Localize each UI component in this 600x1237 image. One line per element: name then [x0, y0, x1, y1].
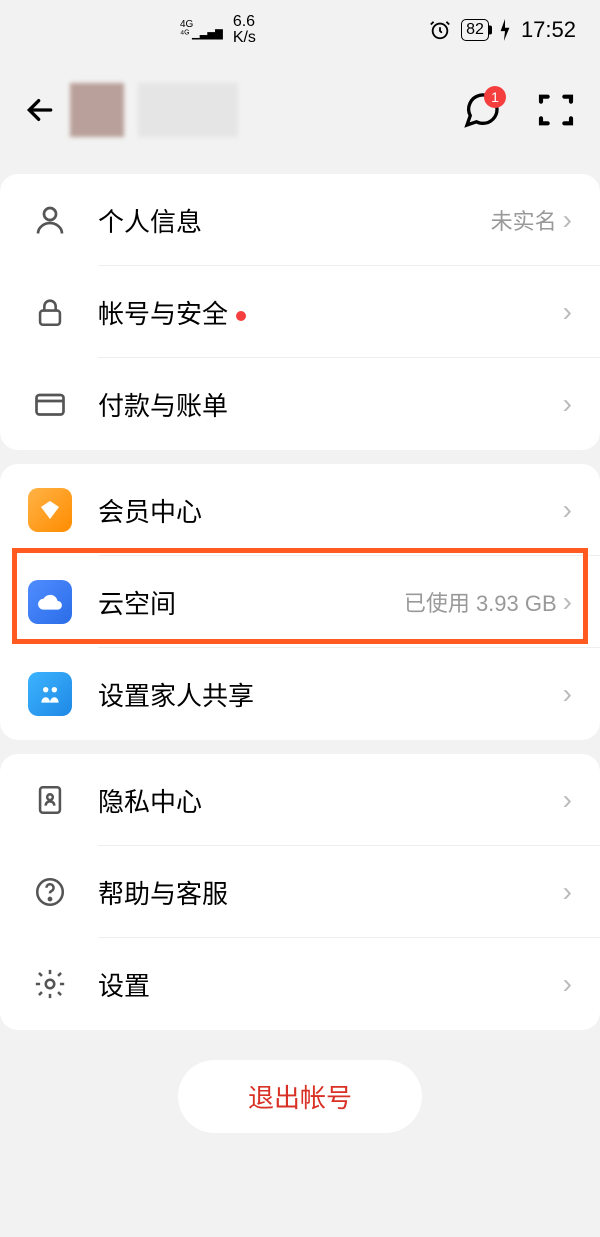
- chevron-right-icon: ›: [563, 206, 572, 234]
- row-label: 帮助与客服: [98, 874, 563, 911]
- row-label: 设置: [98, 966, 563, 1003]
- chat-button[interactable]: 1: [462, 90, 502, 130]
- family-icon: [28, 672, 72, 716]
- clock: 17:52: [521, 17, 576, 43]
- scan-button[interactable]: [536, 90, 576, 130]
- chevron-right-icon: ›: [563, 496, 572, 524]
- row-value: 已使用 3.93 GB: [404, 586, 557, 618]
- nav-bar: 1: [0, 60, 600, 160]
- chevron-right-icon: ›: [563, 390, 572, 418]
- privacy-icon: [28, 778, 72, 822]
- chevron-right-icon: ›: [563, 680, 572, 708]
- row-privacy[interactable]: 隐私中心 ›: [0, 754, 600, 846]
- status-bar: 4G ⁴ᴳ ▁▃▅▇ 6.6 K/s 82 17:52: [0, 0, 600, 60]
- chevron-right-icon: ›: [563, 588, 572, 616]
- person-icon: [28, 198, 72, 242]
- card-icon: [28, 382, 72, 426]
- cloud-icon: [28, 580, 72, 624]
- signal-icon: ⁴ᴳ ▁▃▅▇: [180, 30, 223, 40]
- section-services: 会员中心 › 云空间 已使用 3.93 GB › 设置家人共享 ›: [0, 464, 600, 740]
- speed-value: 6.6: [233, 14, 256, 30]
- logout-wrap: 退出帐号: [0, 1060, 600, 1133]
- battery-indicator: 82: [461, 19, 489, 41]
- chevron-right-icon: ›: [563, 298, 572, 326]
- row-family-sharing[interactable]: 设置家人共享 ›: [0, 648, 600, 740]
- row-label: 个人信息: [98, 202, 491, 239]
- row-member-center[interactable]: 会员中心 ›: [0, 464, 600, 556]
- row-label: 帐号与安全: [98, 294, 563, 331]
- row-settings[interactable]: 设置 ›: [0, 938, 600, 1030]
- row-label: 云空间: [98, 584, 404, 621]
- chat-badge: 1: [484, 86, 506, 108]
- section-system: 隐私中心 › 帮助与客服 › 设置 ›: [0, 754, 600, 1030]
- back-button[interactable]: [24, 94, 56, 126]
- row-label: 设置家人共享: [98, 676, 563, 713]
- logout-button[interactable]: 退出帐号: [178, 1060, 422, 1133]
- row-help[interactable]: 帮助与客服 ›: [0, 846, 600, 938]
- gear-icon: [28, 962, 72, 1006]
- chevron-right-icon: ›: [563, 970, 572, 998]
- charging-icon: [499, 19, 511, 41]
- vip-icon: [28, 488, 72, 532]
- avatar[interactable]: [70, 83, 124, 137]
- chevron-right-icon: ›: [563, 786, 572, 814]
- row-cloud-space[interactable]: 云空间 已使用 3.93 GB ›: [0, 556, 600, 648]
- section-account: 个人信息 未实名 › 帐号与安全 › 付款与账单 ›: [0, 174, 600, 450]
- row-personal-info[interactable]: 个人信息 未实名 ›: [0, 174, 600, 266]
- status-network: 4G ⁴ᴳ ▁▃▅▇ 6.6 K/s: [180, 14, 256, 46]
- alarm-icon: [429, 19, 451, 41]
- row-value: 未实名: [491, 204, 557, 236]
- speed-unit: K/s: [233, 30, 256, 46]
- username-blur: [138, 83, 238, 137]
- row-label: 会员中心: [98, 492, 563, 529]
- row-payment[interactable]: 付款与账单 ›: [0, 358, 600, 450]
- row-label: 隐私中心: [98, 782, 563, 819]
- row-account-security[interactable]: 帐号与安全 ›: [0, 266, 600, 358]
- alert-dot: [236, 311, 246, 321]
- chevron-right-icon: ›: [563, 878, 572, 906]
- lock-icon: [28, 290, 72, 334]
- help-icon: [28, 870, 72, 914]
- row-label: 付款与账单: [98, 386, 563, 423]
